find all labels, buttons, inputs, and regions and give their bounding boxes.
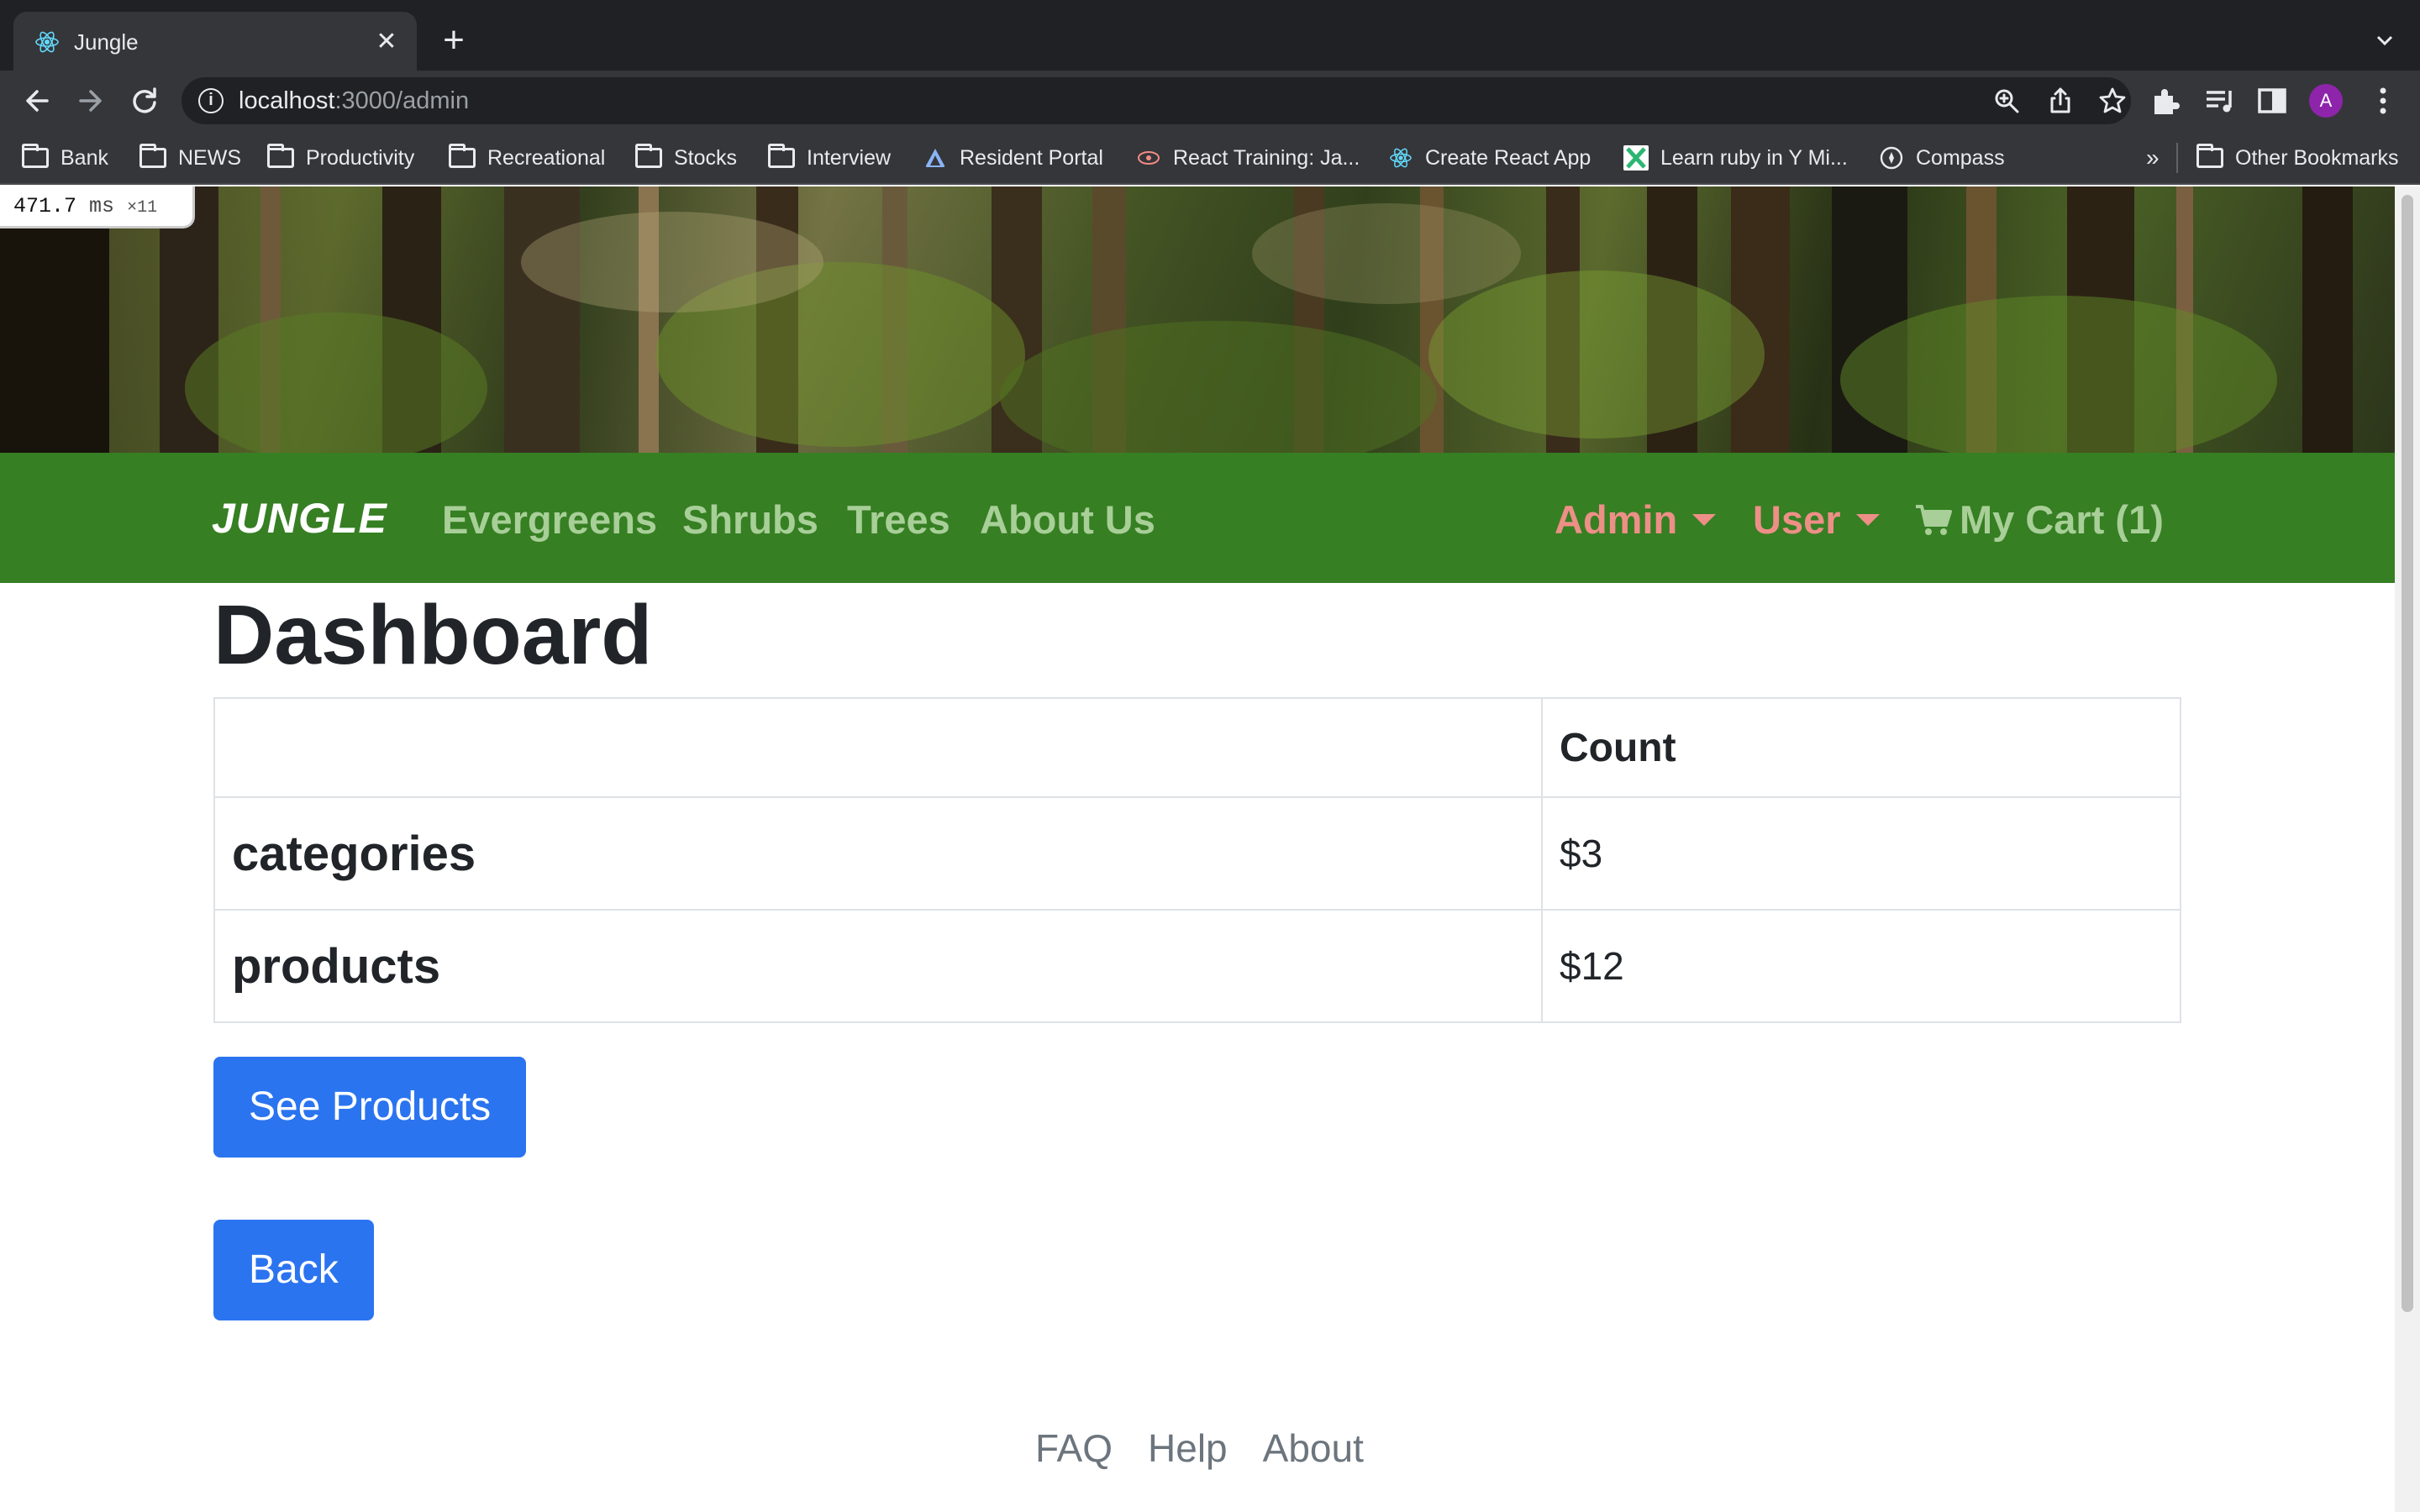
browser-tab[interactable]: Jungle ✕ [13, 12, 417, 71]
react-icon [1390, 148, 1412, 168]
star-icon[interactable] [2097, 86, 2128, 116]
row-label-categories: categories [213, 796, 1543, 911]
bookmark-bank[interactable]: Bank [22, 143, 108, 173]
cart-link[interactable]: My Cart (1) [1914, 496, 2164, 543]
caret-down-icon [1855, 513, 1880, 526]
folder-icon [267, 144, 294, 168]
info-icon[interactable]: i [198, 88, 224, 113]
folder-icon [2196, 144, 2223, 168]
share-icon[interactable] [2045, 86, 2075, 116]
bookmark-resident-portal[interactable]: Resident Portal [923, 143, 1103, 173]
close-tab-icon[interactable]: ✕ [371, 27, 402, 57]
sidepanel-icon[interactable] [2252, 81, 2292, 121]
brand-logo[interactable]: JUNGLE [212, 495, 387, 542]
back-button[interactable]: Back [213, 1220, 374, 1320]
tab-search-icon[interactable] [2370, 25, 2400, 55]
bookmarks-divider [2176, 143, 2178, 173]
forward-arrow-icon[interactable] [71, 81, 111, 121]
row-value-products: $12 [1541, 909, 2181, 1023]
page-scrollbar[interactable] [2395, 186, 2420, 1512]
bookmark-learn-ruby[interactable]: Learn ruby in Y Mi... [1623, 143, 1848, 173]
dashboard-table: Count categories $3 products $12 [213, 697, 2181, 1023]
folder-icon [139, 144, 166, 168]
caret-down-icon [1692, 513, 1717, 526]
react-training-icon [1138, 151, 1160, 165]
forest-image [0, 186, 2395, 453]
compass-icon [1880, 146, 1903, 170]
bookmarks-overflow-button[interactable]: » [2146, 144, 2160, 171]
react-favicon-icon [35, 31, 59, 53]
hero-forest-banner [0, 186, 2395, 453]
folder-icon [449, 144, 476, 168]
nav-link-evergreens[interactable]: Evergreens [442, 496, 657, 543]
page-title: Dashboard [213, 588, 653, 682]
back-arrow-icon[interactable] [17, 81, 57, 121]
page-viewport: 471.7 ms ×11 JUNGLE Evergreens Shrubs Tr… [0, 186, 2420, 1512]
browser-toolbar: i localhost:3000/admin A [0, 71, 2420, 131]
row-label-products: products [213, 909, 1543, 1023]
scrollbar-thumb[interactable] [2402, 195, 2413, 1312]
resident-portal-icon [925, 149, 945, 167]
footer-link-faq[interactable]: FAQ [1035, 1425, 1113, 1472]
media-icon[interactable] [2200, 81, 2240, 121]
zoom-icon[interactable] [1991, 86, 2022, 116]
extensions-icon[interactable] [2146, 81, 2186, 121]
reload-icon[interactable] [124, 81, 165, 121]
nav-link-trees[interactable]: Trees [847, 496, 950, 543]
main-navbar: JUNGLE Evergreens Shrubs Trees About Us … [0, 453, 2395, 583]
bookmark-productivity[interactable]: Productivity [267, 143, 414, 173]
admin-dropdown[interactable]: Admin [1555, 496, 1717, 543]
user-dropdown[interactable]: User [1753, 496, 1880, 543]
footer: FAQ Help About [1035, 1425, 1364, 1472]
nav-link-about-us[interactable]: About Us [980, 496, 1155, 543]
bookmark-interview[interactable]: Interview [768, 143, 891, 173]
footer-link-help[interactable]: Help [1148, 1425, 1228, 1472]
see-products-button[interactable]: See Products [213, 1057, 527, 1158]
table-row: categories $3 [213, 796, 2181, 911]
folder-icon [22, 144, 49, 168]
bookmark-stocks[interactable]: Stocks [635, 143, 737, 173]
performance-badge: 471.7 ms ×11 [0, 186, 195, 228]
profile-avatar[interactable]: A [2309, 84, 2343, 118]
cart-icon [1916, 504, 1952, 535]
folder-icon [635, 144, 662, 168]
new-tab-button[interactable]: + [434, 22, 474, 62]
bookmark-compass[interactable]: Compass [1879, 143, 2005, 173]
bookmark-create-react-app[interactable]: Create React App [1388, 143, 1591, 173]
row-value-categories: $3 [1541, 796, 2181, 911]
url-text[interactable]: localhost:3000/admin [239, 87, 469, 114]
bookmark-react-training[interactable]: React Training: Ja... [1136, 143, 1360, 173]
address-bar[interactable]: i localhost:3000/admin [182, 77, 2131, 124]
bookmark-other[interactable]: Other Bookmarks [2196, 143, 2399, 173]
table-header-count: Count [1541, 697, 2181, 798]
footer-link-about[interactable]: About [1263, 1425, 1364, 1472]
bookmarks-bar: Bank NEWS Productivity Recreational Stoc… [0, 131, 2420, 185]
tab-title: Jungle [74, 29, 139, 55]
table-header-empty [213, 697, 1543, 798]
tab-strip: Jungle ✕ + [0, 0, 2420, 71]
menu-dots-icon[interactable] [2363, 81, 2403, 121]
table-header-row: Count [213, 697, 2181, 798]
learnxiny-icon [1623, 145, 1649, 171]
folder-icon [768, 144, 795, 168]
table-row: products $12 [213, 909, 2181, 1023]
nav-link-shrubs[interactable]: Shrubs [682, 496, 818, 543]
bookmark-news[interactable]: NEWS [139, 143, 241, 173]
bookmark-recreational[interactable]: Recreational [449, 143, 605, 173]
